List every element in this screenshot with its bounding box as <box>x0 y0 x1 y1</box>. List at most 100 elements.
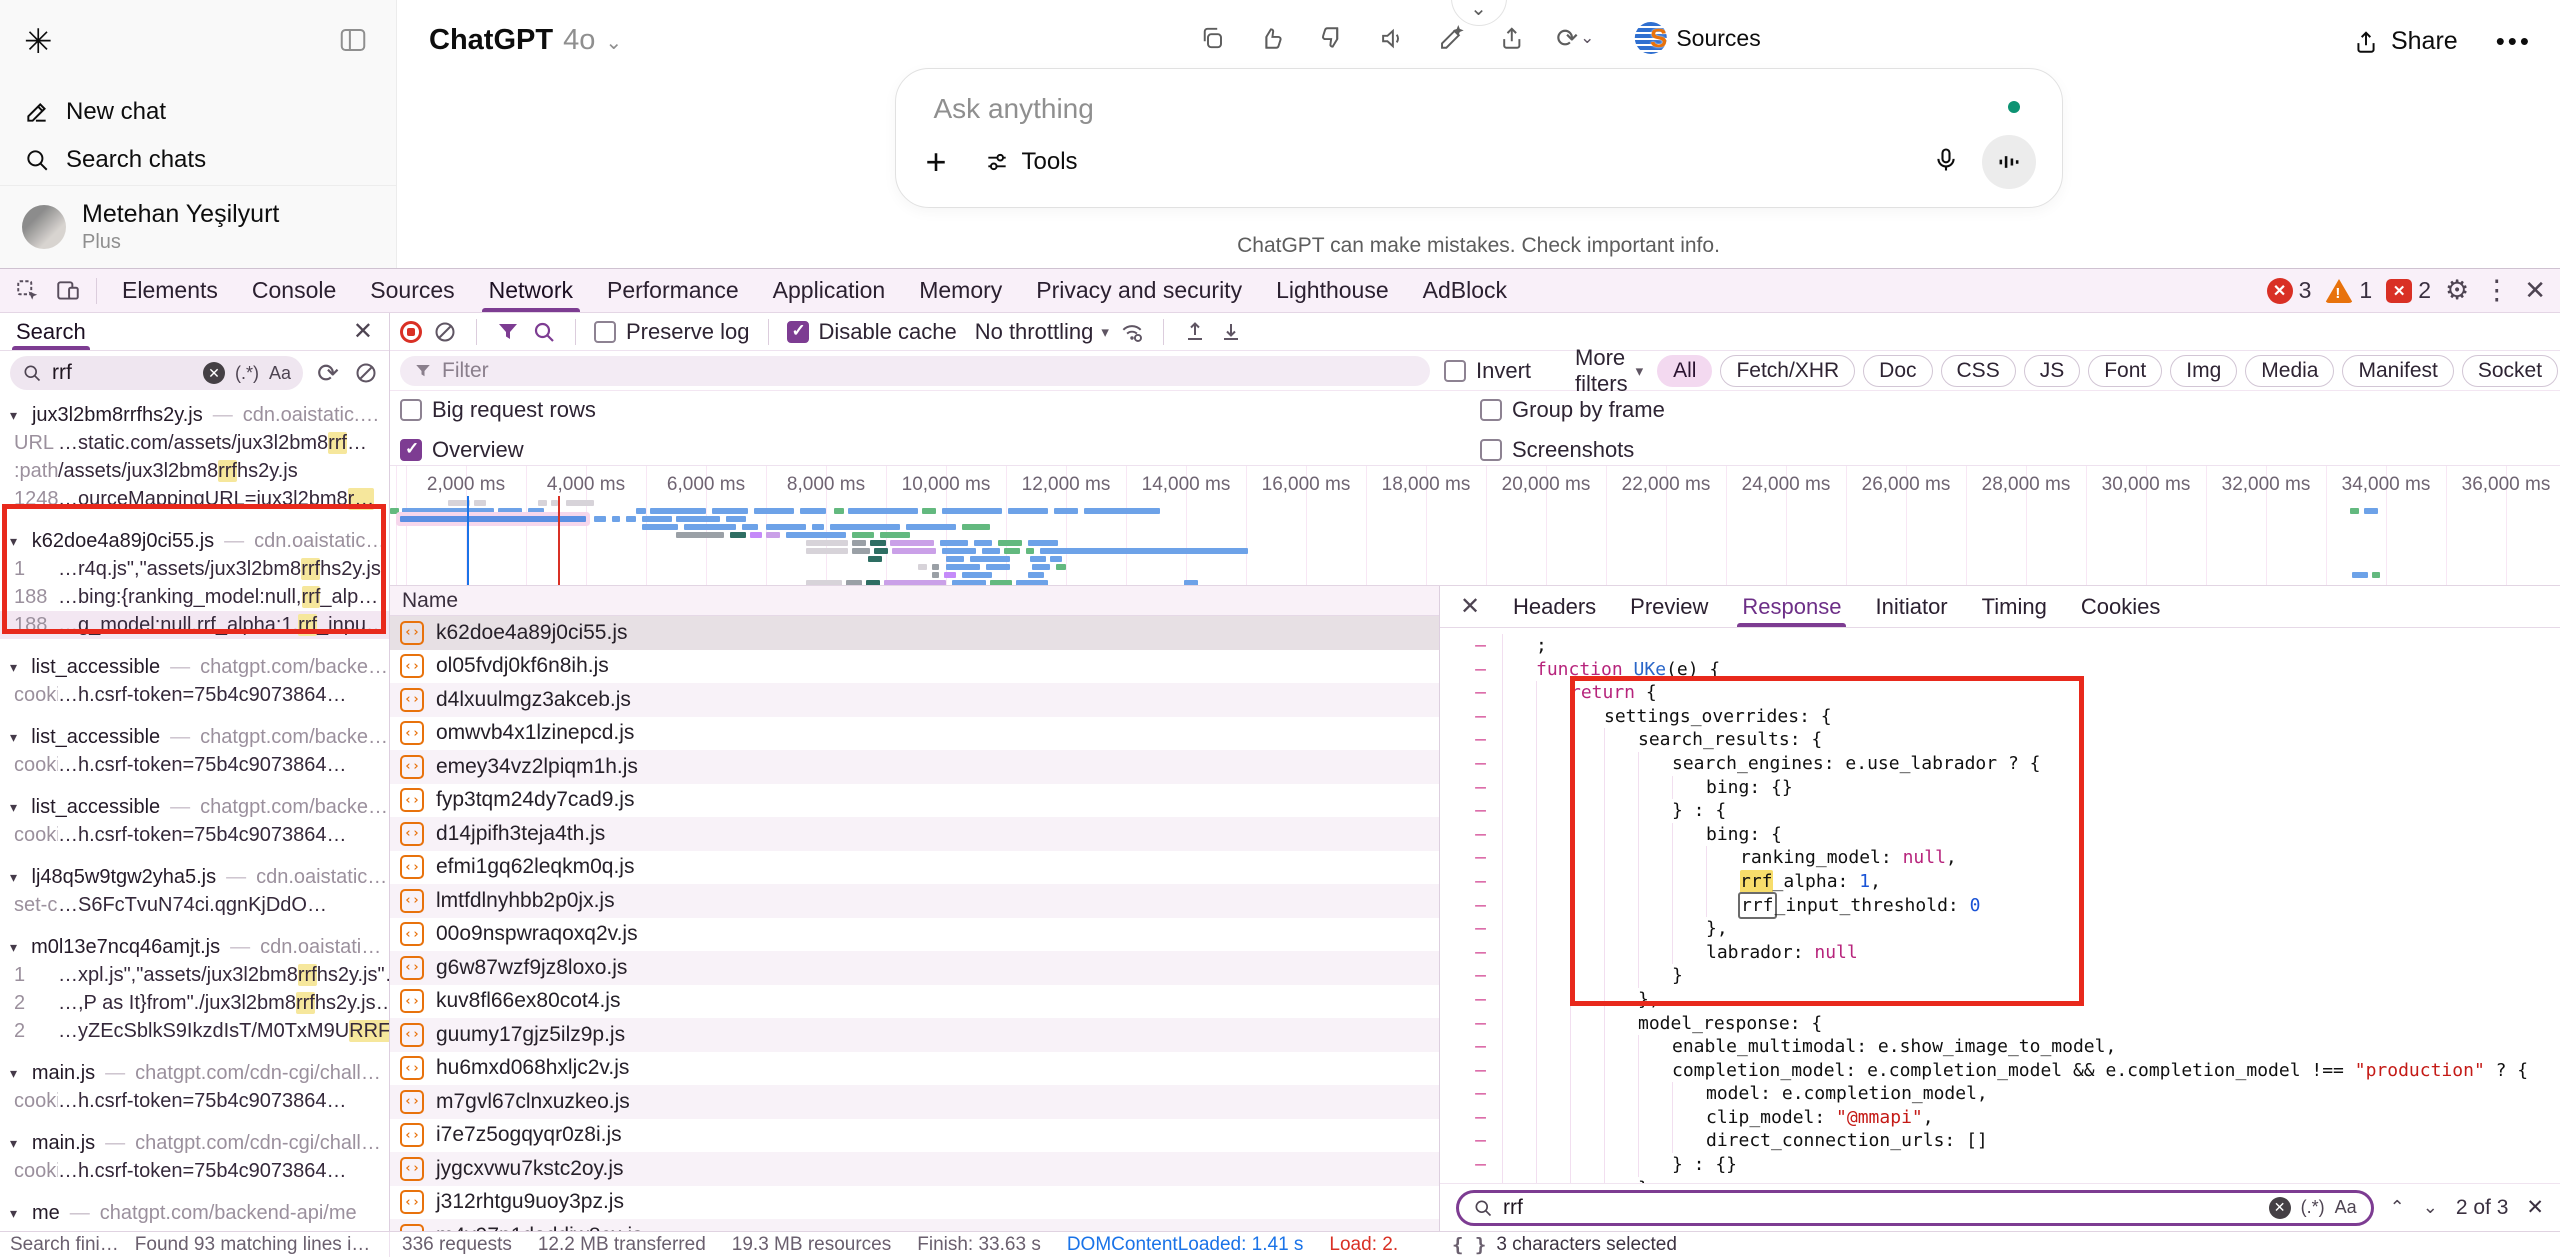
case-toggle[interactable]: Aa <box>269 363 291 384</box>
search-match-row[interactable]: cookie:…h.csrf-token=75b4c9073864… <box>0 821 389 849</box>
search-match-row[interactable]: cookie:…h.csrf-token=75b4c9073864… <box>0 1157 389 1185</box>
thumbs-up-icon[interactable] <box>1256 23 1286 53</box>
pill-fetch-xhr[interactable]: Fetch/XHR <box>1720 355 1855 387</box>
request-row[interactable]: ‹›i7e7z5ogqyqr0z8i.js <box>390 1119 1439 1153</box>
throttling-select[interactable]: No throttling▾ <box>975 319 1109 345</box>
disable-cache-checkbox[interactable]: Disable cache <box>787 319 957 345</box>
search-group-header[interactable]: ▾m0l13e7ncq46amjt.js—cdn.oaistatic.… <box>0 933 389 961</box>
search-group-header[interactable]: ▾jux3l2bm8rrfhs2y.js—cdn.oaistatic.c… <box>0 401 389 429</box>
invert-checkbox[interactable]: Invert <box>1444 358 1531 384</box>
share-button[interactable]: Share <box>2353 27 2458 56</box>
new-chat-button[interactable]: New chat <box>0 88 396 136</box>
thumbs-down-icon[interactable] <box>1316 23 1346 53</box>
tab-network[interactable]: Network <box>472 269 590 312</box>
sidebar-toggle-icon[interactable] <box>338 25 368 60</box>
network-conditions-icon[interactable] <box>1119 319 1145 345</box>
pill-font[interactable]: Font <box>2088 355 2162 387</box>
search-network-icon[interactable] <box>531 319 557 345</box>
clear-search-icon[interactable]: ✕ <box>203 362 225 384</box>
tab-console[interactable]: Console <box>235 269 353 312</box>
attach-button[interactable]: + <box>926 141 970 183</box>
tab-application[interactable]: Application <box>756 269 903 312</box>
find-regex-toggle[interactable]: (.*) <box>2301 1197 2325 1218</box>
search-match-row[interactable]: 188…bing:{ranking_model:null,rrf_alp… <box>0 583 389 611</box>
response-tab-cookies[interactable]: Cookies <box>2064 586 2177 627</box>
clear-results-icon[interactable] <box>353 360 379 386</box>
search-group-header[interactable]: ▾list_accessible—chatgpt.com/backen… <box>0 793 389 821</box>
composer[interactable]: Ask anything + Tools <box>895 68 2063 208</box>
request-row[interactable]: ‹›m4v97p1daddjw8cx.js <box>390 1219 1439 1231</box>
find-next-icon[interactable]: ⌄ <box>2423 1197 2438 1218</box>
export-har-icon[interactable] <box>1218 319 1244 345</box>
tab-performance[interactable]: Performance <box>590 269 756 312</box>
close-details-icon[interactable]: ✕ <box>1450 592 1490 621</box>
more-options-icon[interactable]: ••• <box>2496 26 2532 57</box>
request-row[interactable]: ‹›fyp3tqm24dy7cad9.js <box>390 784 1439 818</box>
tab-sources[interactable]: Sources <box>353 269 471 312</box>
search-group-header[interactable]: ▾k62doe4a89j0ci55.js—cdn.oaistatic.… <box>0 527 389 555</box>
response-code[interactable]: –;–function UKe(e) {–return {–settings_o… <box>1440 628 2560 1183</box>
regenerate-button[interactable]: ⟳⌄ <box>1556 23 1594 54</box>
pill-img[interactable]: Img <box>2170 355 2237 387</box>
find-case-toggle[interactable]: Aa <box>2335 1197 2357 1218</box>
clear-find-icon[interactable]: ✕ <box>2269 1197 2291 1219</box>
import-har-icon[interactable] <box>1182 319 1208 345</box>
record-icon[interactable] <box>400 321 422 343</box>
request-row[interactable]: ‹›00o9nspwraqoxq2v.js <box>390 918 1439 952</box>
name-column-header[interactable]: Name <box>390 586 1439 616</box>
search-group-header[interactable]: ▾list_accessible—chatgpt.com/backen… <box>0 723 389 751</box>
request-row[interactable]: ‹›j312rhtgu9uoy3pz.js <box>390 1186 1439 1220</box>
response-tab-initiator[interactable]: Initiator <box>1858 586 1964 627</box>
devtools-close-icon[interactable]: ✕ <box>2524 275 2546 306</box>
search-group-header[interactable]: ▾main.js—chatgpt.com/cdn-cgi/challe… <box>0 1129 389 1157</box>
preserve-log-checkbox[interactable]: Preserve log <box>594 319 750 345</box>
tab-memory[interactable]: Memory <box>902 269 1019 312</box>
request-row[interactable]: ‹›g6w87wzf9jz8loxo.js <box>390 951 1439 985</box>
tab-adblock[interactable]: AdBlock <box>1406 269 1524 312</box>
find-input[interactable]: rrf ✕ (.*) Aa <box>1456 1190 2374 1226</box>
refresh-search-icon[interactable]: ⟳ <box>315 360 341 386</box>
group-by-frame-checkbox[interactable]: Group by frame <box>1480 397 1665 423</box>
search-match-row[interactable]: cookie:…h.csrf-token=75b4c9073864… <box>0 681 389 709</box>
filter-funnel-icon[interactable] <box>495 319 521 345</box>
pill-socket[interactable]: Socket <box>2462 355 2558 387</box>
user-profile[interactable]: Metehan Yeşilyurt Plus <box>0 186 396 268</box>
search-match-row[interactable]: cookie:…h.csrf-token=75b4c9073864… <box>0 1087 389 1115</box>
search-match-row[interactable]: :path:/assets/jux3l2bm8rrfhs2y.js <box>0 457 389 485</box>
network-overview[interactable]: 2,000 ms4,000 ms6,000 ms8,000 ms10,000 m… <box>390 466 2560 586</box>
request-row[interactable]: ‹›d14jpifh3teja4th.js <box>390 817 1439 851</box>
format-icon[interactable]: { } <box>1452 1234 1486 1256</box>
search-group-header[interactable]: ▾lj48q5w9tgw2yha5.js—cdn.oaistatic.… <box>0 863 389 891</box>
request-row[interactable]: ‹›jygcxvwu7kstc2oy.js <box>390 1152 1439 1186</box>
devtools-menu-icon[interactable]: ⋮ <box>2483 275 2510 306</box>
search-match-row[interactable]: cookie:…h.csrf-token=75b4c9073864… <box>0 751 389 779</box>
search-match-row[interactable]: 1…xpl.js","assets/jux3l2bm8rrfhs2y.js"… <box>0 961 389 989</box>
find-close-icon[interactable]: ✕ <box>2526 1195 2544 1220</box>
request-row[interactable]: ‹›d4lxuulmgz3akceb.js <box>390 683 1439 717</box>
search-match-row[interactable]: 2…,P as It}from"./jux3l2bm8rrfhs2y.js… <box>0 989 389 1017</box>
pill-doc[interactable]: Doc <box>1863 355 1932 387</box>
search-match-row[interactable]: 1248…ourceMappingURL=jux3l2bm8r… <box>0 485 389 513</box>
overview-checkbox[interactable]: Overview <box>400 437 596 463</box>
search-match-row[interactable]: set-cookie:…S6FcTvuN74ci.qgnKjDdO… <box>0 891 389 919</box>
request-row[interactable]: ‹›efmi1gq62leqkm0q.js <box>390 851 1439 885</box>
response-tab-preview[interactable]: Preview <box>1613 586 1725 627</box>
settings-gear-icon[interactable]: ⚙ <box>2445 275 2469 306</box>
pill-css[interactable]: CSS <box>1941 355 2016 387</box>
request-row[interactable]: ‹›m7gvl67clnxuzkeo.js <box>390 1085 1439 1119</box>
search-match-row[interactable]: 1…r4q.js","assets/jux3l2bm8rrfhs2y.js… <box>0 555 389 583</box>
copy-icon[interactable] <box>1196 23 1226 53</box>
search-match-row[interactable]: 188…g_model:null,rrf_alpha:1,rrf_inpu… <box>0 611 389 639</box>
pill-media[interactable]: Media <box>2245 355 2334 387</box>
read-aloud-icon[interactable] <box>1376 23 1406 53</box>
search-panel-close-icon[interactable]: ✕ <box>353 317 373 346</box>
tab-privacy-and-security[interactable]: Privacy and security <box>1019 269 1259 312</box>
search-chats-button[interactable]: Search chats <box>0 136 396 184</box>
device-toolbar-icon[interactable] <box>48 274 88 308</box>
search-match-row[interactable]: URL…static.com/assets/jux3l2bm8rrf… <box>0 429 389 457</box>
sources-button[interactable]: S Sources <box>1634 22 1760 54</box>
response-tab-headers[interactable]: Headers <box>1496 586 1613 627</box>
response-tab-response[interactable]: Response <box>1725 586 1858 627</box>
error-badge[interactable]: ✕3 <box>2267 277 2312 304</box>
search-match-row[interactable]: 2…yZEcSblkS9IkzdIsT/M0TxM9URRF0… <box>0 1017 389 1045</box>
